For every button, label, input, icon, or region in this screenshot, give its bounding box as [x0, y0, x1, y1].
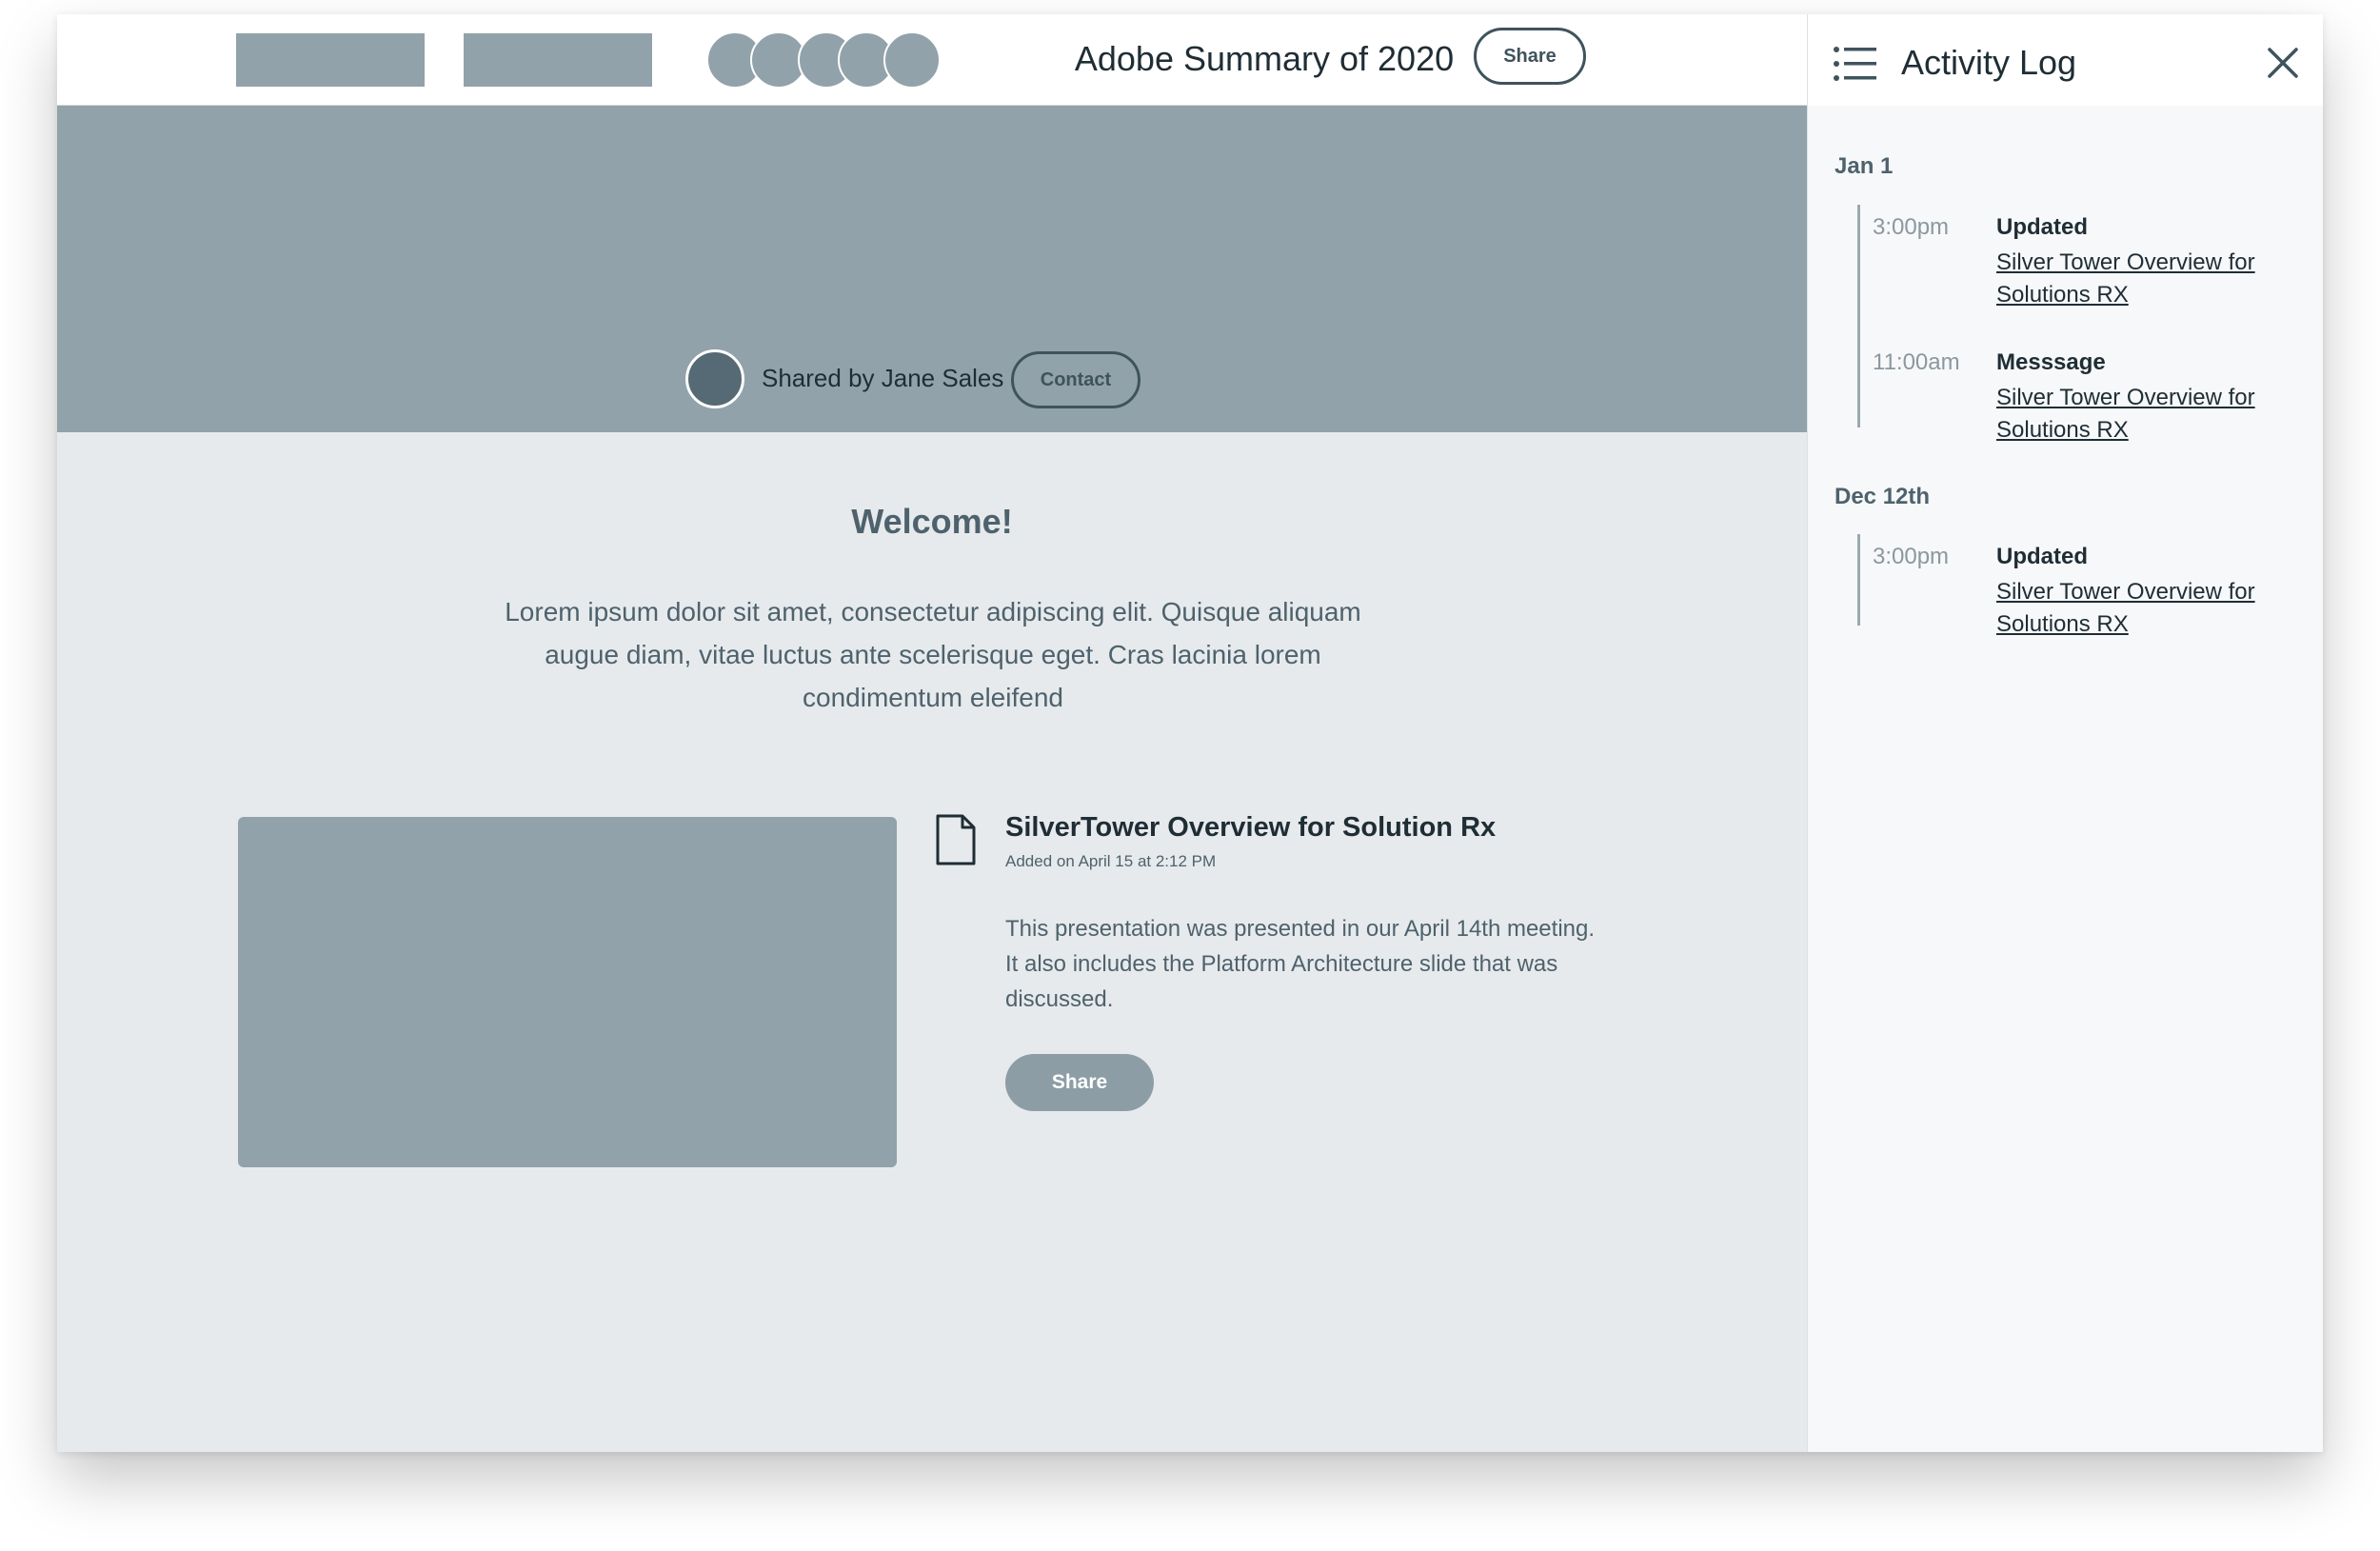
list-icon[interactable]	[1833, 45, 1878, 83]
share-button[interactable]: Share	[1474, 28, 1586, 85]
entry-action: Updated	[1996, 214, 2088, 240]
intro-text: Lorem ipsum dolor sit amet, consectetur …	[505, 597, 1361, 712]
collaborator-avatars[interactable]	[706, 31, 954, 90]
shared-by-label: Shared by Jane Sales	[762, 364, 1004, 392]
entry-link[interactable]: Silver Tower Overview for Solutions RX	[1996, 382, 2282, 447]
entry-link[interactable]: Silver Tower Overview for Solutions RX	[1996, 247, 2282, 311]
nav-placeholder-2[interactable]	[464, 33, 652, 87]
entry-time: 3:00pm	[1873, 214, 1950, 240]
entry-action: Updated	[1996, 544, 2088, 569]
timeline-rail	[1857, 534, 1860, 626]
hero-banner: Shared by Jane Sales Contact	[57, 106, 1807, 432]
document-thumbnail[interactable]	[238, 817, 897, 1167]
nav-placeholder-1[interactable]	[236, 33, 425, 87]
app-window: Adobe Summary of 2020 Share Shared by Ja…	[57, 14, 2323, 1452]
welcome-heading: Welcome!	[851, 502, 1013, 541]
document-share-button[interactable]: Share	[1005, 1054, 1154, 1111]
avatar	[883, 31, 941, 89]
entry-time: 3:00pm	[1873, 544, 1950, 569]
activity-group-date: Jan 1	[1835, 153, 1894, 179]
document-added-date: Added on April 15 at 2:12 PM	[1005, 852, 1217, 870]
top-bar: Adobe Summary of 2020 Share	[57, 14, 1807, 106]
contact-button[interactable]: Contact	[1011, 351, 1140, 408]
entry-link[interactable]: Silver Tower Overview for Solutions RX	[1996, 576, 2282, 641]
page-title: Adobe Summary of 2020	[1074, 39, 1455, 78]
avatar	[685, 349, 744, 408]
activity-group-date: Dec 12th	[1835, 484, 1931, 509]
activity-log-header: Activity Log	[1808, 14, 2323, 106]
close-icon[interactable]	[2267, 47, 2299, 79]
timeline-rail	[1857, 205, 1860, 428]
activity-log-panel: Activity Log Jan 1 3:00pm Updated Silver…	[1807, 14, 2323, 1452]
activity-log-title: Activity Log	[1901, 43, 2077, 82]
entry-action: Messsage	[1996, 349, 2106, 375]
document-icon	[936, 814, 976, 865]
document-description: This presentation was presented in our A…	[1005, 916, 1596, 1012]
document-title[interactable]: SilverTower Overview for Solution Rx	[1005, 812, 1496, 844]
entry-time: 11:00am	[1873, 349, 1960, 375]
